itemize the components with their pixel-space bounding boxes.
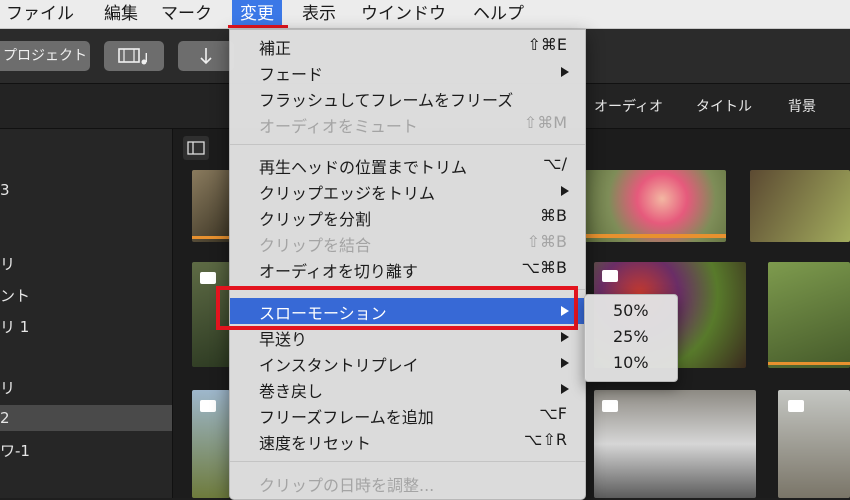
tab-titles[interactable]: タイトル — [696, 96, 752, 116]
submenu-arrow-icon — [561, 384, 569, 394]
sidebar-item-label: ワ-1 — [0, 442, 30, 460]
clip-thumbnail[interactable] — [768, 262, 850, 368]
menu-item-rewind[interactable]: 巻き戻し — [230, 376, 585, 402]
sidebar-item-label: 3 — [0, 181, 10, 199]
menu-item-adjust-clip-date: クリップの日時を調整... — [259, 476, 435, 495]
camera-icon — [200, 400, 216, 412]
menu-item-instant-replay[interactable]: インスタントリプレイ — [230, 350, 585, 376]
menu-item-add-freeze-frame[interactable]: フリーズフレームを追加 ⌥F — [230, 402, 585, 428]
submenu-item-25[interactable]: 25% — [613, 327, 649, 346]
menu-separator — [230, 461, 585, 462]
camera-icon — [602, 400, 618, 412]
library-sidebar: 3 リ ント リ 1 リ 2 ワ-1 — [0, 129, 173, 498]
menu-item-reset-speed[interactable]: 速度をリセット ⌥⇧R — [230, 428, 585, 454]
menu-item-fade[interactable]: フェード — [230, 59, 585, 85]
sidebar-item[interactable]: リ — [0, 251, 172, 277]
submenu-arrow-icon — [561, 67, 569, 77]
menu-window[interactable]: ウインドウ — [361, 0, 446, 28]
menu-file[interactable]: ファイル — [6, 0, 74, 28]
tab-audio[interactable]: オーディオ — [594, 96, 663, 116]
clip-thumbnail[interactable] — [594, 390, 756, 498]
sidebar-toggle-button[interactable] — [183, 136, 209, 160]
slow-motion-submenu: 50% 25% 10% — [584, 294, 678, 382]
sidebar-item-label: リ 1 — [0, 318, 30, 336]
sidebar-item[interactable]: リ — [0, 375, 172, 401]
camera-icon — [602, 270, 618, 282]
sidebar-item[interactable]: ント — [0, 283, 172, 309]
menu-modify[interactable]: 変更 — [232, 0, 282, 28]
submenu-item-10[interactable]: 10% — [613, 353, 649, 372]
clip-thumbnail[interactable] — [584, 170, 726, 242]
menu-item-join-clip: クリップを結合 ⇧⌘B — [259, 232, 567, 255]
sidebar-item-label: リ — [0, 379, 16, 397]
annotation-underline — [228, 25, 288, 28]
modify-menu: 補正 ⇧⌘E フェード フラッシュしてフレームをフリーズ オーディオをミュート … — [229, 29, 586, 500]
clip-thumbnail[interactable] — [192, 170, 230, 242]
sidebar-item[interactable]: ワ-1 — [0, 438, 172, 464]
sidebar-item-label: リ — [0, 255, 16, 273]
clip-thumbnail[interactable] — [750, 170, 850, 242]
camera-icon — [200, 272, 216, 284]
menu-item-correction[interactable]: 補正 ⇧⌘E — [230, 33, 585, 59]
menu-item-trim-clip-edge[interactable]: クリップエッジをトリム — [230, 178, 585, 204]
clip-bar — [192, 236, 230, 239]
menu-separator — [230, 144, 585, 145]
menu-item-mute-audio: オーディオをミュート ⇧⌘M — [259, 113, 567, 136]
menu-item-flash-freeze[interactable]: フラッシュしてフレームをフリーズ — [230, 85, 585, 111]
submenu-item-50[interactable]: 50% — [613, 301, 649, 320]
sidebar-item-selected[interactable]: 2 — [0, 405, 172, 431]
menu-item-detach-audio[interactable]: オーディオを切り離す ⌥⌘B — [230, 256, 585, 282]
sidebar-item[interactable]: リ 1 — [0, 314, 172, 340]
down-arrow-icon — [200, 48, 212, 65]
menu-view[interactable]: 表示 — [302, 0, 336, 28]
project-label: プロジェクト — [3, 48, 87, 64]
annotation-highlight-box — [216, 286, 578, 330]
menu-help[interactable]: ヘルプ — [473, 0, 524, 28]
film-music-icon — [118, 48, 147, 65]
menu-bar: ファイル 編集 マーク 変更 表示 ウインドウ ヘルプ — [0, 0, 850, 29]
camera-icon — [788, 400, 804, 412]
sidebar-item-label: 2 — [0, 409, 10, 427]
media-button[interactable] — [104, 41, 164, 71]
import-button[interactable] — [178, 41, 234, 71]
clip-bar — [584, 234, 726, 238]
project-button[interactable]: プロジェクト — [0, 41, 90, 71]
menu-edit[interactable]: 編集 — [104, 0, 138, 28]
submenu-arrow-icon — [561, 332, 569, 342]
clip-bar — [768, 362, 850, 365]
menu-item-trim-to-playhead[interactable]: 再生ヘッドの位置までトリム ⌥/ — [230, 152, 585, 178]
submenu-arrow-icon — [561, 186, 569, 196]
tab-backgrounds[interactable]: 背景 — [788, 96, 816, 116]
menu-mark[interactable]: マーク — [161, 0, 212, 28]
sidebar-item[interactable]: 3 — [0, 177, 172, 203]
sidebar-item-label: ント — [0, 287, 31, 305]
submenu-arrow-icon — [561, 358, 569, 368]
sidebar-toggle-icon — [187, 141, 205, 155]
menu-item-split-clip[interactable]: クリップを分割 ⌘B — [230, 204, 585, 230]
